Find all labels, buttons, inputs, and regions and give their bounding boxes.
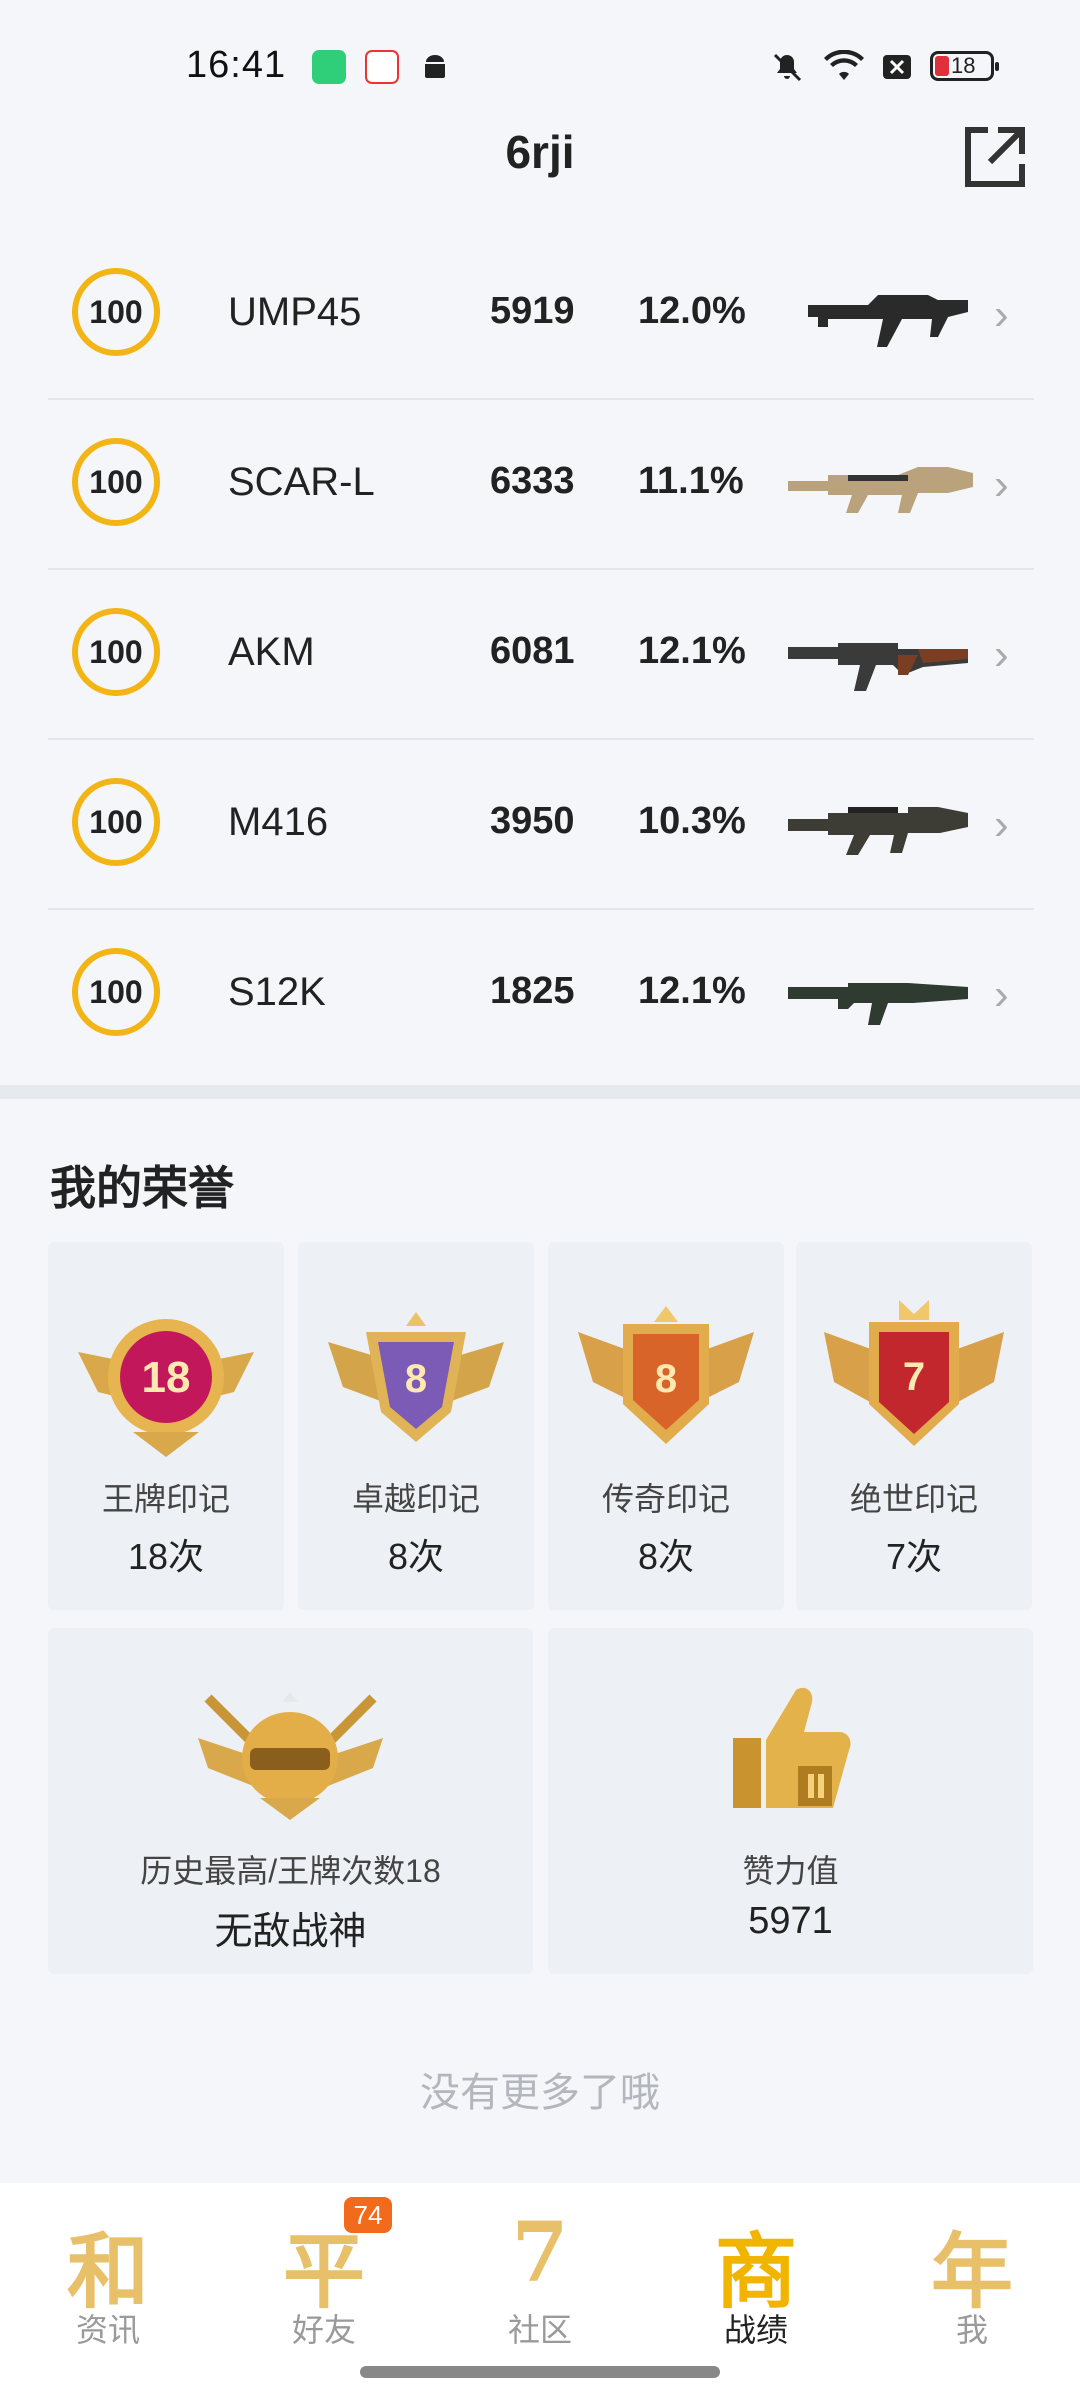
peerless-emblem-icon: 7 [824,1300,1004,1446]
chevron-right-icon: › [994,970,1009,1019]
weapon-level-badge: 100 [72,608,160,696]
svg-text:8: 8 [405,1357,427,1401]
battery-saver-icon [312,50,346,84]
elite-emblem-icon: 8 [328,1312,504,1442]
app-notification-icon [365,50,399,84]
tab-label: 我 [955,2312,988,2348]
ace-emblem-icon: 18 [78,1319,254,1457]
weapon-percentage: 12.1% [638,970,746,1012]
like-power-card[interactable]: 赞力值 5971 [548,1628,1033,1974]
weapon-score: 3950 [490,800,575,842]
honor-card-legend[interactable]: 8 传奇印记 8次 [548,1242,784,1610]
tab-label: 资讯 [75,2312,140,2348]
weapon-percentage: 10.3% [638,800,746,842]
weapon-row-ump45[interactable]: 100 UMP45 5919 12.0% › [48,230,1034,400]
rifle-icon [788,467,973,513]
section-divider [0,1085,1080,1099]
weapon-name: S12K [228,970,326,1014]
weapon-score: 6081 [490,630,575,672]
page-title: 6rji [505,126,575,178]
notification-badge: 74 [344,2197,392,2233]
like-power-label: 赞力值 [742,1853,839,1889]
share-icon[interactable] [960,122,1030,192]
honors-section-title: 我的荣誉 [50,1162,234,1214]
battery-indicator: 18 [930,51,999,81]
weapon-name: UMP45 [228,290,362,334]
weapon-name: AKM [228,630,315,674]
weapon-row-s12k[interactable]: 100 S12K 1825 12.1% › [48,910,1034,1080]
android-icon [425,55,445,78]
svg-text:8: 8 [655,1357,677,1401]
tab-label: 社区 [507,2312,572,2348]
weapon-level-badge: 100 [72,268,160,356]
honor-count: 18次 [127,1536,205,1577]
honor-card-ace[interactable]: 18 王牌印记 18次 [48,1242,284,1610]
chevron-right-icon: › [994,800,1009,849]
status-time: 16:41 [186,44,287,86]
rifle-icon [788,807,968,855]
weapon-level-badge: 100 [72,778,160,866]
weapon-percentage: 11.1% [638,460,744,502]
mute-icon [773,53,802,82]
tab-label: 好友 [291,2312,356,2348]
history-highest-value: 无敌战神 [214,1911,367,1953]
weapon-percentage: 12.0% [638,290,746,332]
shotgun-icon [788,983,968,1025]
weapon-row-scar-l[interactable]: 100 SCAR-L 6333 11.1% › [48,400,1034,570]
like-power-value: 5971 [748,1900,833,1942]
tab-me[interactable]: 年 我 [864,2183,1080,2400]
chevron-right-icon: › [994,630,1009,679]
wifi-icon [824,50,864,80]
status-bar: 16:41 18 [0,0,1080,130]
weapon-score: 6333 [490,460,575,502]
honor-label: 卓越印记 [351,1481,480,1517]
helmet-emblem-icon [198,1692,383,1820]
weapon-row-akm[interactable]: 100 AKM 6081 12.1% › [48,570,1034,740]
honor-label: 王牌印记 [101,1481,230,1517]
rifle-icon [788,643,968,691]
history-highest-card[interactable]: 历史最高/王牌次数18 无敌战神 [48,1628,533,1974]
honor-count: 8次 [637,1536,695,1577]
weapon-score: 5919 [490,290,575,332]
legend-emblem-icon: 8 [578,1306,754,1444]
tab-label: 战绩 [723,2312,788,2348]
svg-text:7: 7 [903,1355,925,1399]
chevron-right-icon: › [994,460,1009,509]
honor-count: 8次 [387,1536,445,1577]
tab-news[interactable]: 和 资讯 [0,2183,216,2400]
thumbs-up-icon [733,1687,851,1808]
honor-card-elite[interactable]: 8 卓越印记 8次 [298,1242,534,1610]
chevron-right-icon: › [994,290,1009,339]
weapon-percentage: 12.1% [638,630,746,672]
smg-icon [808,295,968,347]
honor-label: 传奇印记 [601,1481,730,1517]
weapon-name: SCAR-L [228,460,375,504]
sim-off-icon [883,55,911,79]
svg-text:18: 18 [142,1353,191,1402]
weapon-score: 1825 [490,970,575,1012]
honor-count: 7次 [885,1536,943,1577]
weapon-name: M416 [228,800,329,844]
weapon-row-m416[interactable]: 100 M416 3950 10.3% › [48,740,1034,910]
weapon-level-badge: 100 [72,438,160,526]
honor-card-peerless[interactable]: 7 绝世印记 7次 [796,1242,1032,1610]
history-highest-label: 历史最高/王牌次数18 [140,1853,441,1889]
weapon-level-badge: 100 [72,948,160,1036]
end-of-list-text: 没有更多了哦 [420,2071,660,2115]
tab-community-icon: 7 [511,2205,569,2301]
honor-label: 绝世印记 [849,1481,978,1517]
home-indicator[interactable] [360,2366,720,2378]
